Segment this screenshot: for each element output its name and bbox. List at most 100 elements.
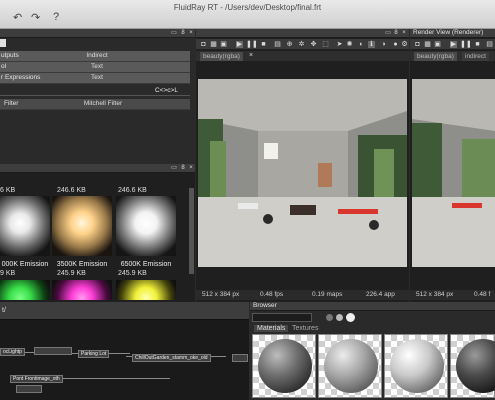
tab-indirect[interactable]: indirect [462, 52, 489, 61]
size-medium-icon[interactable] [336, 314, 343, 321]
material-thumbnail[interactable] [252, 334, 316, 398]
stop-icon[interactable]: ■ [260, 41, 267, 48]
graph-node[interactable]: Pont Frontimage_oth [10, 375, 63, 383]
maps-label: 0.19 maps [312, 291, 343, 298]
play-icon[interactable]: ▶ [450, 41, 457, 48]
render-view-image[interactable] [412, 79, 495, 267]
prop-row-tool[interactable]: ol Text [0, 62, 190, 73]
undo-icon[interactable]: ↶ [13, 11, 22, 24]
viewport-toolbar: ◘ ▦ ▣ ▶ ❚❚ ■ ▤ ⊕ ✲ ✥ ⬚ ➤ ✺ ◐ ℹ ◑ ● ⚙ [196, 39, 409, 50]
prop-label: Filter [4, 100, 19, 107]
play-icon[interactable]: ▶ [236, 41, 243, 48]
pause-icon[interactable]: ❚❚ [460, 41, 472, 48]
graph-node[interactable] [34, 347, 72, 355]
size-large-icon[interactable] [346, 313, 355, 322]
item-size: 246.6 KB [118, 187, 147, 194]
item-size: 245.9 KB [57, 270, 86, 277]
item-size: 246.6 KB [57, 187, 86, 194]
move-icon[interactable]: ✥ [310, 41, 317, 48]
resolution-label: 512 x 384 px [202, 291, 240, 298]
frame-icon[interactable]: ▣ [220, 41, 227, 48]
close-icon[interactable]: × [187, 164, 195, 172]
prop-row-expressions[interactable]: r Expressions Text [0, 73, 190, 84]
emission-thumbnail[interactable] [116, 280, 176, 300]
viewport-header: ▭ 8 × [196, 29, 409, 38]
light-icon[interactable]: ✺ [346, 41, 353, 48]
camera-icon[interactable]: ◘ [200, 41, 207, 48]
help-icon[interactable]: ? [53, 11, 59, 23]
title-bar: FluidRay RT - /Users/dev/Desktop/final.f… [0, 0, 495, 29]
prop-value[interactable]: Indirect [62, 51, 132, 61]
graph-node[interactable]: Parking Lot [78, 350, 110, 358]
circle-icon[interactable]: ● [392, 41, 399, 48]
close-icon[interactable]: × [400, 29, 408, 37]
graph-node[interactable]: ocLightp [0, 348, 25, 356]
zoom-icon[interactable]: ⊕ [286, 41, 293, 48]
redo-icon[interactable]: ↷ [31, 11, 40, 24]
library-panel: ▭ 8 × 6 KB 246.6 KB 246.6 KB 000K Emissi… [0, 164, 195, 302]
pin-icon[interactable]: 8 [179, 164, 187, 172]
close-tab-icon[interactable]: × [249, 52, 253, 59]
browser-search-input[interactable] [252, 313, 312, 322]
name-field[interactable] [0, 39, 6, 47]
prop-row-filter[interactable]: Filter Mitchell Filter [0, 99, 190, 110]
float-icon[interactable]: ▭ [170, 29, 178, 37]
render-view-header: Render View (Renderer) [410, 29, 495, 38]
render-view-status: 512 x 384 px 0.48 f [410, 290, 495, 300]
graph-header: t/ [0, 302, 249, 320]
frame-icon[interactable]: ▣ [434, 41, 441, 48]
divider [0, 95, 190, 96]
save-icon[interactable]: ▤ [274, 41, 281, 48]
tab-textures[interactable]: Textures [292, 325, 318, 332]
stop-icon[interactable]: ■ [474, 41, 481, 48]
pin-icon[interactable]: 8 [179, 29, 187, 37]
item-size: 245.9 KB [118, 270, 147, 277]
emission-thumbnail[interactable] [52, 280, 112, 300]
size-small-icon[interactable] [326, 314, 333, 321]
save-icon[interactable]: ▤ [486, 41, 493, 48]
close-icon[interactable]: × [187, 29, 195, 37]
render-view-tabs: beauty(rgba) indirect [410, 51, 495, 61]
float-icon[interactable]: ▭ [384, 29, 392, 37]
item-label: 000K Emission [1, 261, 49, 268]
prop-value[interactable]: Text [62, 73, 132, 83]
float-icon[interactable]: ▭ [170, 164, 178, 172]
pointer-icon[interactable]: ➤ [336, 41, 343, 48]
scrollbar[interactable] [189, 188, 194, 274]
emission-thumbnail[interactable] [52, 196, 112, 256]
info-icon[interactable]: ℹ [368, 41, 375, 48]
viewport-panel: ▭ 8 × ◘ ▦ ▣ ▶ ❚❚ ■ ▤ ⊕ ✲ ✥ ⬚ ➤ ✺ ◐ ℹ ◑ ●… [196, 29, 409, 302]
grid-icon[interactable]: ▦ [424, 41, 431, 48]
pin-icon[interactable]: 8 [392, 29, 400, 37]
library-header: ▭ 8 × [0, 164, 195, 173]
prop-row-outputs[interactable]: utputs Indirect [0, 51, 190, 62]
pause-icon[interactable]: ❚❚ [246, 41, 258, 48]
select-icon[interactable]: ⬚ [322, 41, 329, 48]
tool-icon[interactable]: ✲ [298, 41, 305, 48]
emission-thumbnail[interactable] [0, 196, 50, 256]
item-label: 3500K Emission [56, 261, 108, 268]
settings-icon[interactable]: ⚙ [401, 41, 408, 48]
prop-value[interactable]: Text [62, 62, 132, 72]
emission-thumbnail[interactable] [0, 280, 50, 300]
shortcut-label: C<>c>L [155, 87, 178, 94]
emission-thumbnail[interactable] [116, 196, 176, 256]
contrast-icon[interactable]: ◐ [358, 41, 365, 48]
grid-icon[interactable]: ▦ [210, 41, 217, 48]
graph-node[interactable] [16, 385, 42, 393]
tab-materials[interactable]: Materials [254, 325, 289, 332]
material-thumbnail[interactable] [450, 334, 495, 398]
tab-beauty[interactable]: beauty(rgba) [200, 52, 243, 61]
camera-icon[interactable]: ◘ [414, 41, 421, 48]
tab-beauty[interactable]: beauty(rgba) [414, 52, 457, 61]
half-icon[interactable]: ◑ [380, 41, 387, 48]
item-label: 6500K Emission [120, 261, 172, 268]
browser-panel: Browser Materials Textures [250, 302, 495, 400]
prop-value[interactable]: Mitchell Filter [68, 99, 138, 109]
graph-node[interactable] [232, 354, 248, 362]
prop-label: r Expressions [1, 74, 41, 81]
graph-node[interactable]: ChillOutGarden_stamm_oke_old [132, 354, 211, 362]
material-thumbnail[interactable] [318, 334, 382, 398]
render-image[interactable] [198, 79, 407, 267]
material-thumbnail[interactable] [384, 334, 448, 398]
